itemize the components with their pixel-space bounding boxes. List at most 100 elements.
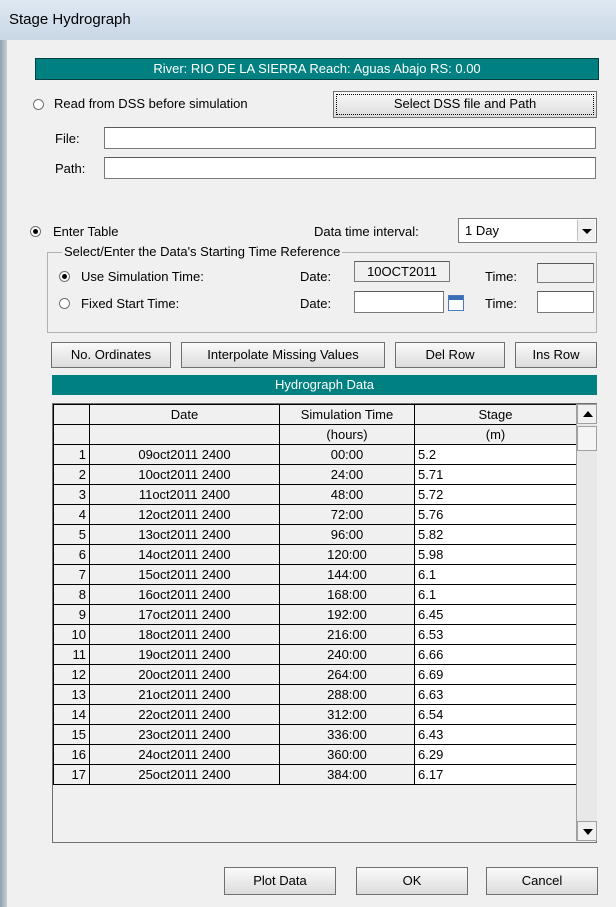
scroll-down-icon[interactable] bbox=[577, 821, 597, 841]
fixed-start-time-label: Fixed Start Time: bbox=[81, 296, 180, 311]
table-row[interactable]: 17 25oct2011 2400 384:00 6.17 bbox=[53, 764, 577, 785]
row-number-cell: 7 bbox=[53, 564, 90, 585]
simulation-time-cell: 144:00 bbox=[279, 564, 415, 585]
simulation-time-cell: 360:00 bbox=[279, 744, 415, 765]
interpolate-missing-values-button[interactable]: Interpolate Missing Values bbox=[181, 342, 385, 368]
stage-cell[interactable]: 6.17 bbox=[414, 764, 577, 785]
interval-dropdown[interactable]: 1 Day bbox=[458, 218, 597, 243]
del-row-button[interactable]: Del Row bbox=[395, 342, 505, 368]
table-row[interactable]: 7 15oct2011 2400 144:00 6.1 bbox=[53, 564, 577, 585]
simulation-time-cell: 312:00 bbox=[279, 704, 415, 725]
ok-button[interactable]: OK bbox=[356, 867, 468, 895]
date-cell: 15oct2011 2400 bbox=[89, 564, 280, 585]
cancel-button[interactable]: Cancel bbox=[486, 867, 598, 895]
simulation-time-cell: 48:00 bbox=[279, 484, 415, 505]
stage-cell[interactable]: 6.29 bbox=[414, 744, 577, 765]
enter-table-label: Enter Table bbox=[53, 224, 119, 239]
scroll-thumb[interactable] bbox=[577, 426, 597, 451]
simulation-time-cell: 96:00 bbox=[279, 524, 415, 545]
stage-cell[interactable]: 6.53 bbox=[414, 624, 577, 645]
stage-cell[interactable]: 6.1 bbox=[414, 584, 577, 605]
table-row[interactable]: 9 17oct2011 2400 192:00 6.45 bbox=[53, 604, 577, 625]
simulation-time-cell: 192:00 bbox=[279, 604, 415, 625]
date-unit bbox=[89, 424, 280, 445]
simulation-time-cell: 120:00 bbox=[279, 544, 415, 565]
stage-cell[interactable]: 6.1 bbox=[414, 564, 577, 585]
table-row[interactable]: 10 18oct2011 2400 216:00 6.53 bbox=[53, 624, 577, 645]
table-row[interactable]: 14 22oct2011 2400 312:00 6.54 bbox=[53, 704, 577, 725]
date-cell: 17oct2011 2400 bbox=[89, 604, 280, 625]
use-simulation-time-radio[interactable] bbox=[59, 271, 70, 282]
plot-data-button[interactable]: Plot Data bbox=[224, 867, 336, 895]
stage-cell[interactable]: 5.72 bbox=[414, 484, 577, 505]
select-dss-file-button[interactable]: Select DSS file and Path bbox=[333, 91, 597, 118]
table-row[interactable]: 3 11oct2011 2400 48:00 5.72 bbox=[53, 484, 577, 505]
date-cell: 25oct2011 2400 bbox=[89, 764, 280, 785]
stage-unit: (m) bbox=[414, 424, 577, 445]
ins-row-button[interactable]: Ins Row bbox=[515, 342, 597, 368]
table-row[interactable]: 12 20oct2011 2400 264:00 6.69 bbox=[53, 664, 577, 685]
stage-cell[interactable]: 6.63 bbox=[414, 684, 577, 705]
simulation-time-cell: 384:00 bbox=[279, 764, 415, 785]
table-row[interactable]: 6 14oct2011 2400 120:00 5.98 bbox=[53, 544, 577, 565]
table-header-row: Date Simulation Time Stage bbox=[53, 404, 577, 425]
table-row[interactable]: 11 19oct2011 2400 240:00 6.66 bbox=[53, 644, 577, 665]
table-row[interactable]: 13 21oct2011 2400 288:00 6.63 bbox=[53, 684, 577, 705]
interval-value: 1 Day bbox=[465, 223, 499, 238]
date-column-header: Date bbox=[89, 404, 280, 425]
interval-label: Data time interval: bbox=[314, 224, 419, 239]
row-number-unit bbox=[53, 424, 90, 445]
fixed-time-input[interactable] bbox=[537, 291, 594, 313]
date-cell: 21oct2011 2400 bbox=[89, 684, 280, 705]
stage-cell[interactable]: 5.2 bbox=[414, 444, 577, 465]
stage-cell[interactable]: 5.98 bbox=[414, 544, 577, 565]
date-cell: 23oct2011 2400 bbox=[89, 724, 280, 745]
simulation-time-cell: 240:00 bbox=[279, 644, 415, 665]
path-input[interactable] bbox=[104, 157, 596, 179]
table-row[interactable]: 2 10oct2011 2400 24:00 5.71 bbox=[53, 464, 577, 485]
fixed-date-label: Date: bbox=[300, 296, 332, 311]
scroll-up-icon[interactable] bbox=[577, 404, 597, 424]
table-row[interactable]: 15 23oct2011 2400 336:00 6.43 bbox=[53, 724, 577, 745]
time-reference-label: Select/Enter the Data's Starting Time Re… bbox=[62, 244, 343, 259]
stage-cell[interactable]: 6.43 bbox=[414, 724, 577, 745]
table-row[interactable]: 1 09oct2011 2400 00:00 5.2 bbox=[53, 444, 577, 465]
stage-cell[interactable]: 6.54 bbox=[414, 704, 577, 725]
date-cell: 12oct2011 2400 bbox=[89, 504, 280, 525]
stage-cell[interactable]: 6.66 bbox=[414, 644, 577, 665]
calendar-icon[interactable] bbox=[448, 295, 464, 311]
stage-cell[interactable]: 6.69 bbox=[414, 664, 577, 685]
use-simulation-time-label: Use Simulation Time: bbox=[81, 269, 204, 284]
row-number-cell: 15 bbox=[53, 724, 90, 745]
enter-table-radio[interactable] bbox=[30, 226, 41, 237]
date-cell: 19oct2011 2400 bbox=[89, 644, 280, 665]
stage-cell[interactable]: 5.82 bbox=[414, 524, 577, 545]
simulation-time-cell: 216:00 bbox=[279, 624, 415, 645]
row-number-cell: 6 bbox=[53, 544, 90, 565]
date-cell: 10oct2011 2400 bbox=[89, 464, 280, 485]
stage-cell[interactable]: 6.45 bbox=[414, 604, 577, 625]
stage-cell[interactable]: 5.76 bbox=[414, 504, 577, 525]
read-dss-radio[interactable] bbox=[33, 99, 44, 110]
simulation-time-cell: 72:00 bbox=[279, 504, 415, 525]
table-row[interactable]: 16 24oct2011 2400 360:00 6.29 bbox=[53, 744, 577, 765]
fixed-start-time-radio[interactable] bbox=[59, 298, 70, 309]
fixed-time-label: Time: bbox=[485, 296, 518, 311]
no-ordinates-button[interactable]: No. Ordinates bbox=[51, 342, 171, 368]
table-row[interactable]: 5 13oct2011 2400 96:00 5.82 bbox=[53, 524, 577, 545]
simulation-time-column-header: Simulation Time bbox=[279, 404, 415, 425]
date-cell: 11oct2011 2400 bbox=[89, 484, 280, 505]
table-row[interactable]: 8 16oct2011 2400 168:00 6.1 bbox=[53, 584, 577, 605]
title-bar[interactable]: Stage Hydrograph bbox=[0, 0, 616, 41]
file-input[interactable] bbox=[104, 127, 596, 149]
table-scrollbar[interactable] bbox=[576, 404, 597, 841]
simulation-time-cell: 168:00 bbox=[279, 584, 415, 605]
hydrograph-data-title: Hydrograph Data bbox=[52, 375, 597, 395]
table-row[interactable]: 4 12oct2011 2400 72:00 5.76 bbox=[53, 504, 577, 525]
stage-cell[interactable]: 5.71 bbox=[414, 464, 577, 485]
sim-time-field bbox=[537, 263, 594, 283]
chevron-down-icon[interactable] bbox=[577, 220, 595, 241]
file-label: File: bbox=[55, 131, 80, 146]
sim-date-label: Date: bbox=[300, 269, 332, 284]
fixed-date-input[interactable] bbox=[354, 291, 444, 313]
